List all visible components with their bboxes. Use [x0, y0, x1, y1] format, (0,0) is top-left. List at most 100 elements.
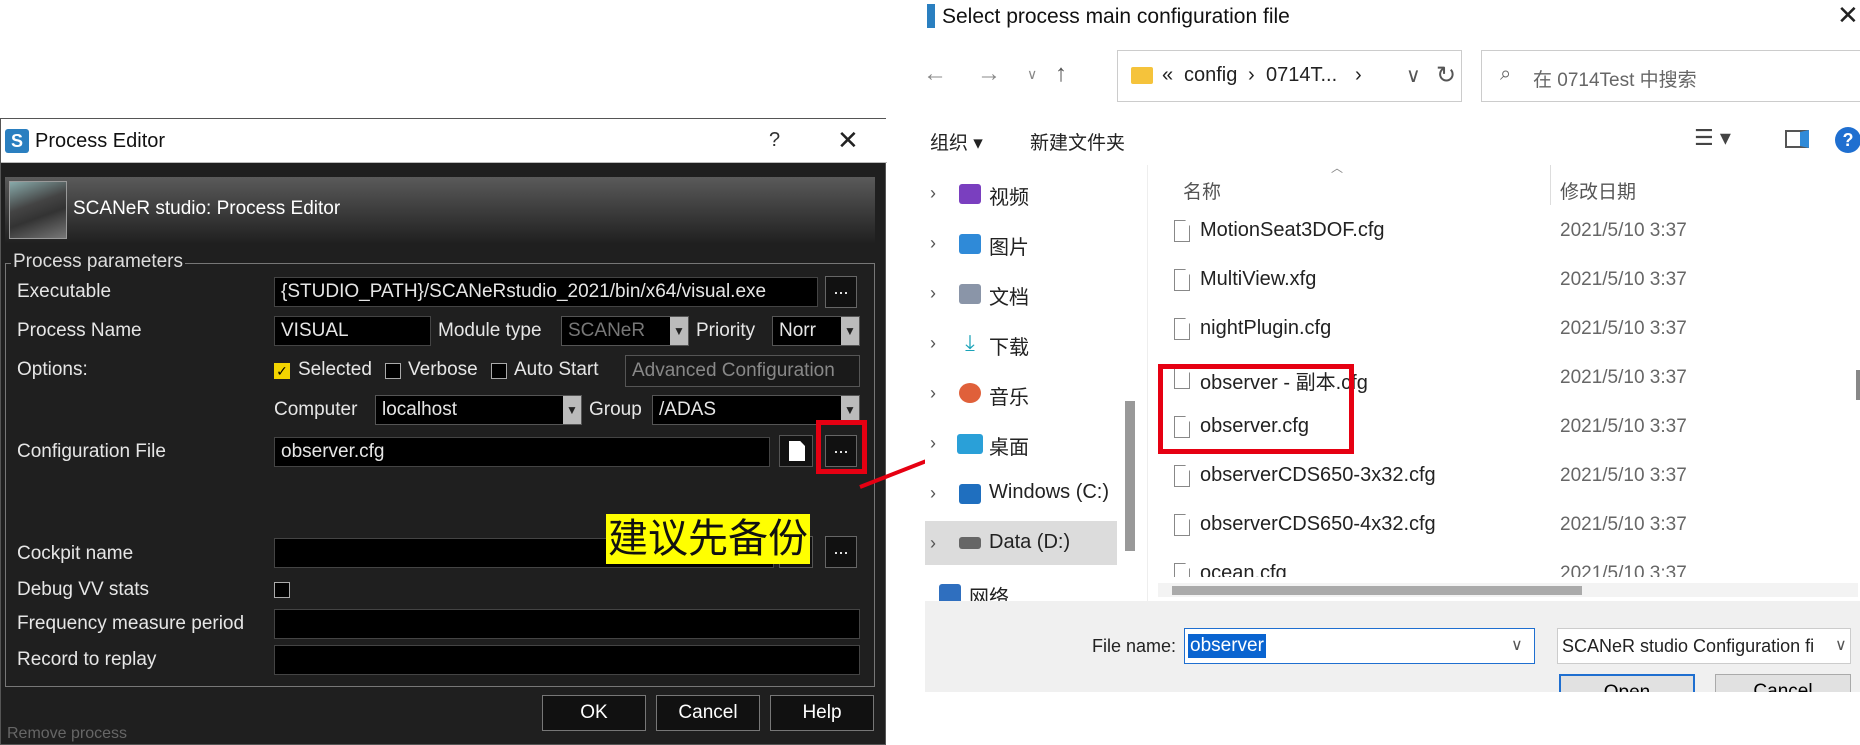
navigation-pane: › 视频 › 图片 › 文档 › ⤓ 下载 › 音乐 › 桌面 › Window…	[925, 165, 1135, 601]
cockpit-browse-button[interactable]: ...	[825, 536, 857, 568]
file-date: 2021/5/10 3:37	[1560, 269, 1687, 290]
back-icon[interactable]: ←	[923, 60, 947, 88]
file-icon	[1174, 220, 1190, 242]
debug-vv-checkbox[interactable]	[274, 582, 290, 598]
dialog-title: Select process main configuration file	[942, 5, 1290, 28]
banner: SCANeR studio: Process Editor	[5, 177, 875, 243]
group-value: /ADAS	[659, 399, 717, 420]
help-icon[interactable]: ?	[769, 129, 780, 152]
documents-icon	[959, 284, 981, 304]
file-name: observerCDS650-3x32.cfg	[1200, 464, 1436, 486]
column-header-name[interactable]: 名称	[1183, 177, 1221, 204]
module-type-value: SCANeR	[568, 320, 646, 341]
chevron-down-icon[interactable]: ∨	[1406, 63, 1421, 88]
app-logo-icon	[927, 4, 935, 28]
help-icon[interactable]: ?	[1835, 127, 1860, 153]
help-button[interactable]: Help	[770, 695, 874, 731]
annotation-label: 建议先备份	[606, 514, 810, 564]
file-row[interactable]: MotionSeat3DOF.cfg 2021/5/10 3:37	[1148, 217, 1860, 247]
file-row[interactable]: nightPlugin.cfg 2021/5/10 3:37	[1148, 315, 1860, 345]
refresh-icon[interactable]: ↻	[1436, 61, 1456, 90]
up-icon[interactable]: ↑	[1055, 60, 1067, 88]
computer-label: Computer	[274, 399, 358, 420]
cockpit-name-label: Cockpit name	[17, 543, 134, 564]
executable-field[interactable]: {STUDIO_PATH}/SCANeRstudio_2021/bin/x64/…	[274, 277, 818, 307]
drive-c-icon	[959, 484, 981, 504]
folder-icon	[1131, 67, 1153, 84]
search-placeholder: 在 0714Test 中搜索	[1533, 70, 1697, 91]
search-box[interactable]: ⌕ 在 0714Test 中搜索	[1481, 50, 1860, 102]
search-icon: ⌕	[1500, 63, 1512, 85]
close-icon[interactable]: ✕	[837, 125, 859, 156]
column-header-date[interactable]: 修改日期	[1560, 177, 1636, 204]
remove-process-text: Remove process	[7, 725, 128, 742]
highlight-box-files	[1158, 364, 1354, 454]
music-icon	[959, 383, 981, 403]
file-dialog: Select process main configuration file ✕…	[923, 0, 1860, 745]
breadcrumb-overflow[interactable]: «	[1162, 64, 1173, 87]
column-divider[interactable]	[1550, 165, 1551, 205]
forward-icon[interactable]: →	[977, 60, 1001, 88]
selected-checkbox[interactable]: ✓	[274, 363, 290, 379]
organize-menu[interactable]: 组织 ▾	[930, 128, 983, 155]
file-row[interactable]: MultiView.xfg 2021/5/10 3:37	[1148, 266, 1860, 296]
cancel-button[interactable]: Cancel	[656, 695, 760, 731]
tree-item-network[interactable]: 网络	[925, 581, 1115, 601]
process-name-label: Process Name	[17, 320, 142, 341]
scrollbar-thumb[interactable]	[1172, 586, 1582, 595]
file-icon	[1174, 318, 1190, 340]
tree-label: Data (D:)	[989, 531, 1071, 553]
priority-value: Norr	[779, 320, 816, 341]
breadcrumb[interactable]: « config › 0714T... › ∨ ↻	[1117, 50, 1462, 102]
process-name-field[interactable]: VISUAL	[274, 316, 431, 346]
file-row[interactable]: observerCDS650-3x32.cfg 2021/5/10 3:37	[1148, 462, 1860, 492]
file-date: 2021/5/10 3:37	[1560, 318, 1687, 339]
debug-vv-label: Debug VV stats	[17, 579, 150, 600]
file-name: MultiView.xfg	[1200, 268, 1317, 290]
file-row[interactable]: observerCDS650-4x32.cfg 2021/5/10 3:37	[1148, 511, 1860, 541]
new-folder-button[interactable]: 新建文件夹	[1030, 128, 1125, 155]
file-name: ocean.cfg	[1200, 562, 1287, 577]
group-label: Group	[589, 399, 642, 420]
preview-pane-icon[interactable]	[1785, 130, 1809, 148]
tree-label: 网络	[969, 587, 1009, 601]
frequency-field[interactable]	[274, 609, 860, 639]
executable-browse-button[interactable]: ...	[825, 276, 857, 308]
breadcrumb-config[interactable]: config	[1184, 64, 1237, 87]
chevron-down-icon[interactable]: ∨	[1511, 635, 1523, 655]
file-type-value: SCANeR studio Configuration fi	[1562, 636, 1815, 656]
chevron-down-icon: ▼	[670, 317, 688, 345]
configuration-file-field[interactable]: observer.cfg	[274, 437, 770, 467]
ok-button[interactable]: OK	[542, 695, 646, 731]
nav-scrollbar[interactable]	[1125, 401, 1135, 551]
chevron-down-icon: ∨	[1832, 635, 1847, 655]
horizontal-scrollbar[interactable]	[1158, 583, 1858, 597]
chevron-down-icon: ▼	[841, 317, 859, 345]
view-menu-icon[interactable]: ☰ ▾	[1694, 125, 1731, 151]
close-icon[interactable]: ✕	[1837, 0, 1859, 31]
file-icon	[789, 441, 805, 461]
module-type-dropdown[interactable]: SCANeR ▼	[561, 316, 689, 346]
file-type-dropdown[interactable]: SCANeR studio Configuration fi ∨	[1557, 628, 1851, 664]
computer-dropdown[interactable]: localhost ▼	[375, 395, 582, 425]
file-name-input[interactable]: observer ∨	[1184, 628, 1535, 664]
tree-label: Windows (C:)	[989, 481, 1110, 503]
vertical-scrollbar-thumb[interactable]	[1856, 370, 1860, 400]
verbose-checkbox[interactable]	[385, 363, 401, 379]
tree-label: 视频	[989, 187, 1029, 209]
advanced-configuration-button[interactable]: Advanced Configuration	[625, 355, 860, 387]
file-date: 2021/5/10 3:37	[1560, 367, 1687, 388]
auto-start-checkbox[interactable]	[491, 363, 507, 379]
record-field[interactable]	[274, 645, 860, 675]
breadcrumb-0714test[interactable]: 0714T...	[1266, 64, 1337, 87]
title-bar: S Process Editor ? ✕	[1, 119, 887, 163]
desktop-icon	[957, 434, 983, 454]
tree-label: 文档	[989, 287, 1029, 309]
module-type-label: Module type	[438, 320, 542, 341]
priority-dropdown[interactable]: Norr ▼	[772, 316, 860, 346]
file-row[interactable]: ocean.cfg 2021/5/10 3:37	[1148, 560, 1860, 577]
new-file-button[interactable]	[779, 435, 813, 467]
cropped-area	[925, 692, 1860, 745]
recent-chevron-icon[interactable]: ∨	[1027, 66, 1037, 83]
priority-label: Priority	[696, 320, 756, 341]
